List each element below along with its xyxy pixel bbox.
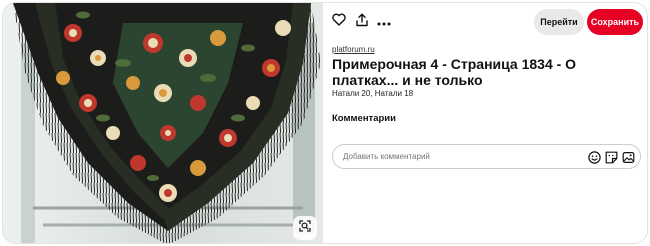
emoji-icon[interactable] (587, 150, 601, 164)
pin-details: Перейти Сохранить platforum.ru Примерочн… (323, 3, 647, 243)
heart-icon (332, 13, 346, 31)
comment-input[interactable] (343, 145, 573, 168)
comments-heading: Комментарии (332, 113, 396, 124)
pin-authors: Натали 20, Натали 18 (332, 89, 414, 98)
comment-box (332, 144, 641, 169)
go-button[interactable]: Перейти (534, 9, 584, 35)
pin-card: Перейти Сохранить platforum.ru Примерочн… (2, 2, 648, 244)
lens-icon (298, 219, 312, 238)
source-link[interactable]: platforum.ru (332, 45, 375, 54)
pin-image[interactable] (3, 3, 323, 243)
share-button[interactable] (351, 11, 373, 33)
sticker-icon[interactable] (604, 150, 618, 164)
more-options-button[interactable] (373, 11, 395, 33)
like-button[interactable] (328, 11, 350, 33)
save-button[interactable]: Сохранить (587, 9, 643, 35)
image-icon[interactable] (621, 150, 635, 164)
pin-title: Примерочная 4 - Страница 1834 - О платка… (332, 56, 577, 88)
share-icon (355, 13, 369, 32)
more-icon (377, 13, 391, 31)
shawl-photo (3, 3, 323, 243)
visual-search-button[interactable] (293, 216, 317, 240)
